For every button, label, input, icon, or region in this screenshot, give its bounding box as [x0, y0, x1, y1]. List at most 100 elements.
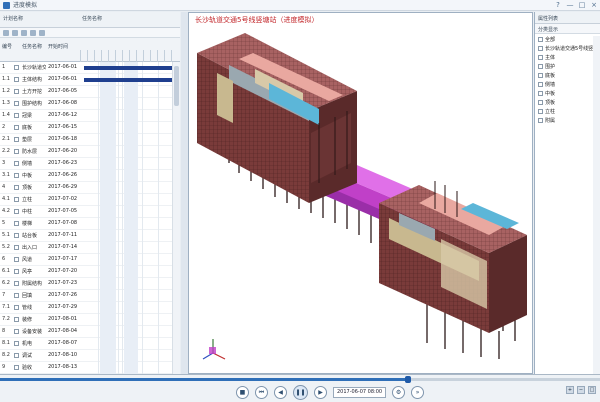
expand-toggle-icon[interactable]: [14, 125, 19, 130]
expand-toggle-icon[interactable]: [14, 233, 19, 238]
expand-toggle-icon[interactable]: [14, 197, 19, 202]
skip-start-button[interactable]: ⏮: [255, 386, 268, 399]
tree-item[interactable]: 全部: [535, 36, 600, 44]
tree-item[interactable]: 长沙轨道交通5号线竖塘站: [535, 45, 600, 53]
expand-toggle-icon[interactable]: [14, 77, 19, 82]
tree-item[interactable]: 围护: [535, 63, 600, 71]
task-name: 冠梁: [22, 113, 33, 119]
expand-toggle-icon[interactable]: [14, 329, 19, 334]
speed-button[interactable]: »: [411, 386, 425, 399]
tree-item[interactable]: 附属: [535, 117, 600, 125]
expand-toggle-icon[interactable]: [14, 353, 19, 358]
expand-toggle-icon[interactable]: [14, 245, 19, 250]
task-start-date: 2017-07-29: [48, 304, 78, 310]
fit-view-button[interactable]: □: [588, 386, 596, 394]
task-start-date: 2017-08-10: [48, 352, 78, 358]
column-start-date[interactable]: 开始时间: [48, 43, 68, 50]
tree-checkbox[interactable]: [538, 91, 543, 96]
expand-toggle-icon[interactable]: [14, 305, 19, 310]
expand-toggle-icon[interactable]: [14, 221, 19, 226]
expand-toggle-icon[interactable]: [14, 65, 19, 70]
tree-checkbox[interactable]: [538, 46, 543, 51]
tree-checkbox[interactable]: [538, 64, 543, 69]
close-button[interactable]: ×: [590, 1, 598, 10]
expand-toggle-icon[interactable]: [14, 101, 19, 106]
tree-checkbox[interactable]: [538, 73, 543, 78]
stop-button[interactable]: ■: [236, 386, 249, 399]
schedule-scrollbar[interactable]: [172, 62, 180, 374]
settings-gear-icon[interactable]: ⚙: [392, 386, 406, 399]
tree-item[interactable]: 主体: [535, 54, 600, 62]
tree-checkbox[interactable]: [538, 55, 543, 60]
expand-toggle-icon[interactable]: [14, 113, 19, 118]
expand-toggle-icon[interactable]: [14, 89, 19, 94]
tab-task-name[interactable]: 任务名称: [82, 15, 102, 22]
task-start-date: 2017-07-26: [48, 292, 78, 298]
add-task-icon[interactable]: [3, 30, 9, 36]
tree-item[interactable]: 立柱: [535, 108, 600, 116]
task-number: 1.2: [2, 88, 10, 94]
gantt-task-bar[interactable]: [84, 78, 176, 82]
building-model[interactable]: [189, 13, 533, 374]
tree-checkbox[interactable]: [538, 82, 543, 87]
playback-progress-handle[interactable]: [405, 376, 411, 383]
expand-toggle-icon[interactable]: [14, 173, 19, 178]
zoom-out-button[interactable]: −: [577, 386, 585, 394]
task-start-date: 2017-08-13: [48, 364, 78, 370]
property-scrollbar[interactable]: [593, 36, 600, 374]
current-date-field[interactable]: 2017-06-07 08:00: [333, 387, 387, 398]
scrollbar-thumb[interactable]: [174, 66, 179, 106]
step-back-button[interactable]: ◀: [274, 386, 287, 399]
column-number[interactable]: 编号: [2, 43, 12, 50]
tree-checkbox[interactable]: [538, 37, 543, 42]
playback-progress[interactable]: [0, 376, 600, 383]
tree-checkbox[interactable]: [538, 109, 543, 114]
task-number: 4: [2, 184, 6, 190]
expand-toggle-icon[interactable]: [14, 365, 19, 370]
link-icon[interactable]: [39, 30, 45, 36]
expand-toggle-icon[interactable]: [14, 209, 19, 214]
task-name: 顶板: [22, 185, 33, 191]
tab-plan-name[interactable]: 计划名称: [3, 15, 23, 22]
property-toolbar: 分类显示: [535, 24, 600, 34]
task-start-date: 2017-08-07: [48, 340, 78, 346]
task-number: 1.3: [2, 100, 10, 106]
tree-item[interactable]: 侧墙: [535, 81, 600, 89]
column-task-name[interactable]: 任务名称: [22, 43, 42, 50]
tree-item[interactable]: 中板: [535, 90, 600, 98]
indent-icon[interactable]: [21, 30, 27, 36]
help-button[interactable]: ?: [554, 1, 562, 10]
tree-item[interactable]: 底板: [535, 72, 600, 80]
play-button[interactable]: ❚❚: [293, 385, 308, 400]
expand-toggle-icon[interactable]: [14, 281, 19, 286]
expand-toggle-icon[interactable]: [14, 257, 19, 262]
expand-toggle-icon[interactable]: [14, 161, 19, 166]
tree-checkbox[interactable]: [538, 100, 543, 105]
gantt-task-bar[interactable]: [84, 66, 176, 70]
expand-toggle-icon[interactable]: [14, 185, 19, 190]
step-forward-button[interactable]: ▶: [314, 386, 327, 399]
task-name: 机电: [22, 341, 33, 347]
tree-item-label: 底板: [545, 73, 556, 79]
minimize-button[interactable]: —: [566, 1, 574, 10]
expand-toggle-icon[interactable]: [14, 269, 19, 274]
outdent-icon[interactable]: [30, 30, 36, 36]
panel-splitter[interactable]: [181, 12, 188, 374]
category-view-button[interactable]: 分类显示: [538, 26, 558, 33]
expand-toggle-icon[interactable]: [14, 293, 19, 298]
tree-item[interactable]: 顶板: [535, 99, 600, 107]
task-number: 3: [2, 160, 6, 166]
playback-bar: ■ ⏮ ◀ ❚❚ ▶ 2017-06-07 08:00 ⚙ » + − □: [0, 374, 600, 402]
delete-task-icon[interactable]: [12, 30, 18, 36]
maximize-button[interactable]: □: [578, 1, 586, 10]
tree-checkbox[interactable]: [538, 118, 543, 123]
zoom-in-button[interactable]: +: [566, 386, 574, 394]
expand-toggle-icon[interactable]: [14, 317, 19, 322]
task-number: 7.2: [2, 316, 10, 322]
expand-toggle-icon[interactable]: [14, 341, 19, 346]
expand-toggle-icon[interactable]: [14, 137, 19, 142]
task-start-date: 2017-08-04: [48, 328, 78, 334]
expand-toggle-icon[interactable]: [14, 149, 19, 154]
model-viewport[interactable]: 长沙轨道交通5号线竖塘站（进度模拟）: [188, 12, 533, 374]
task-name: 附属结构: [22, 281, 43, 287]
